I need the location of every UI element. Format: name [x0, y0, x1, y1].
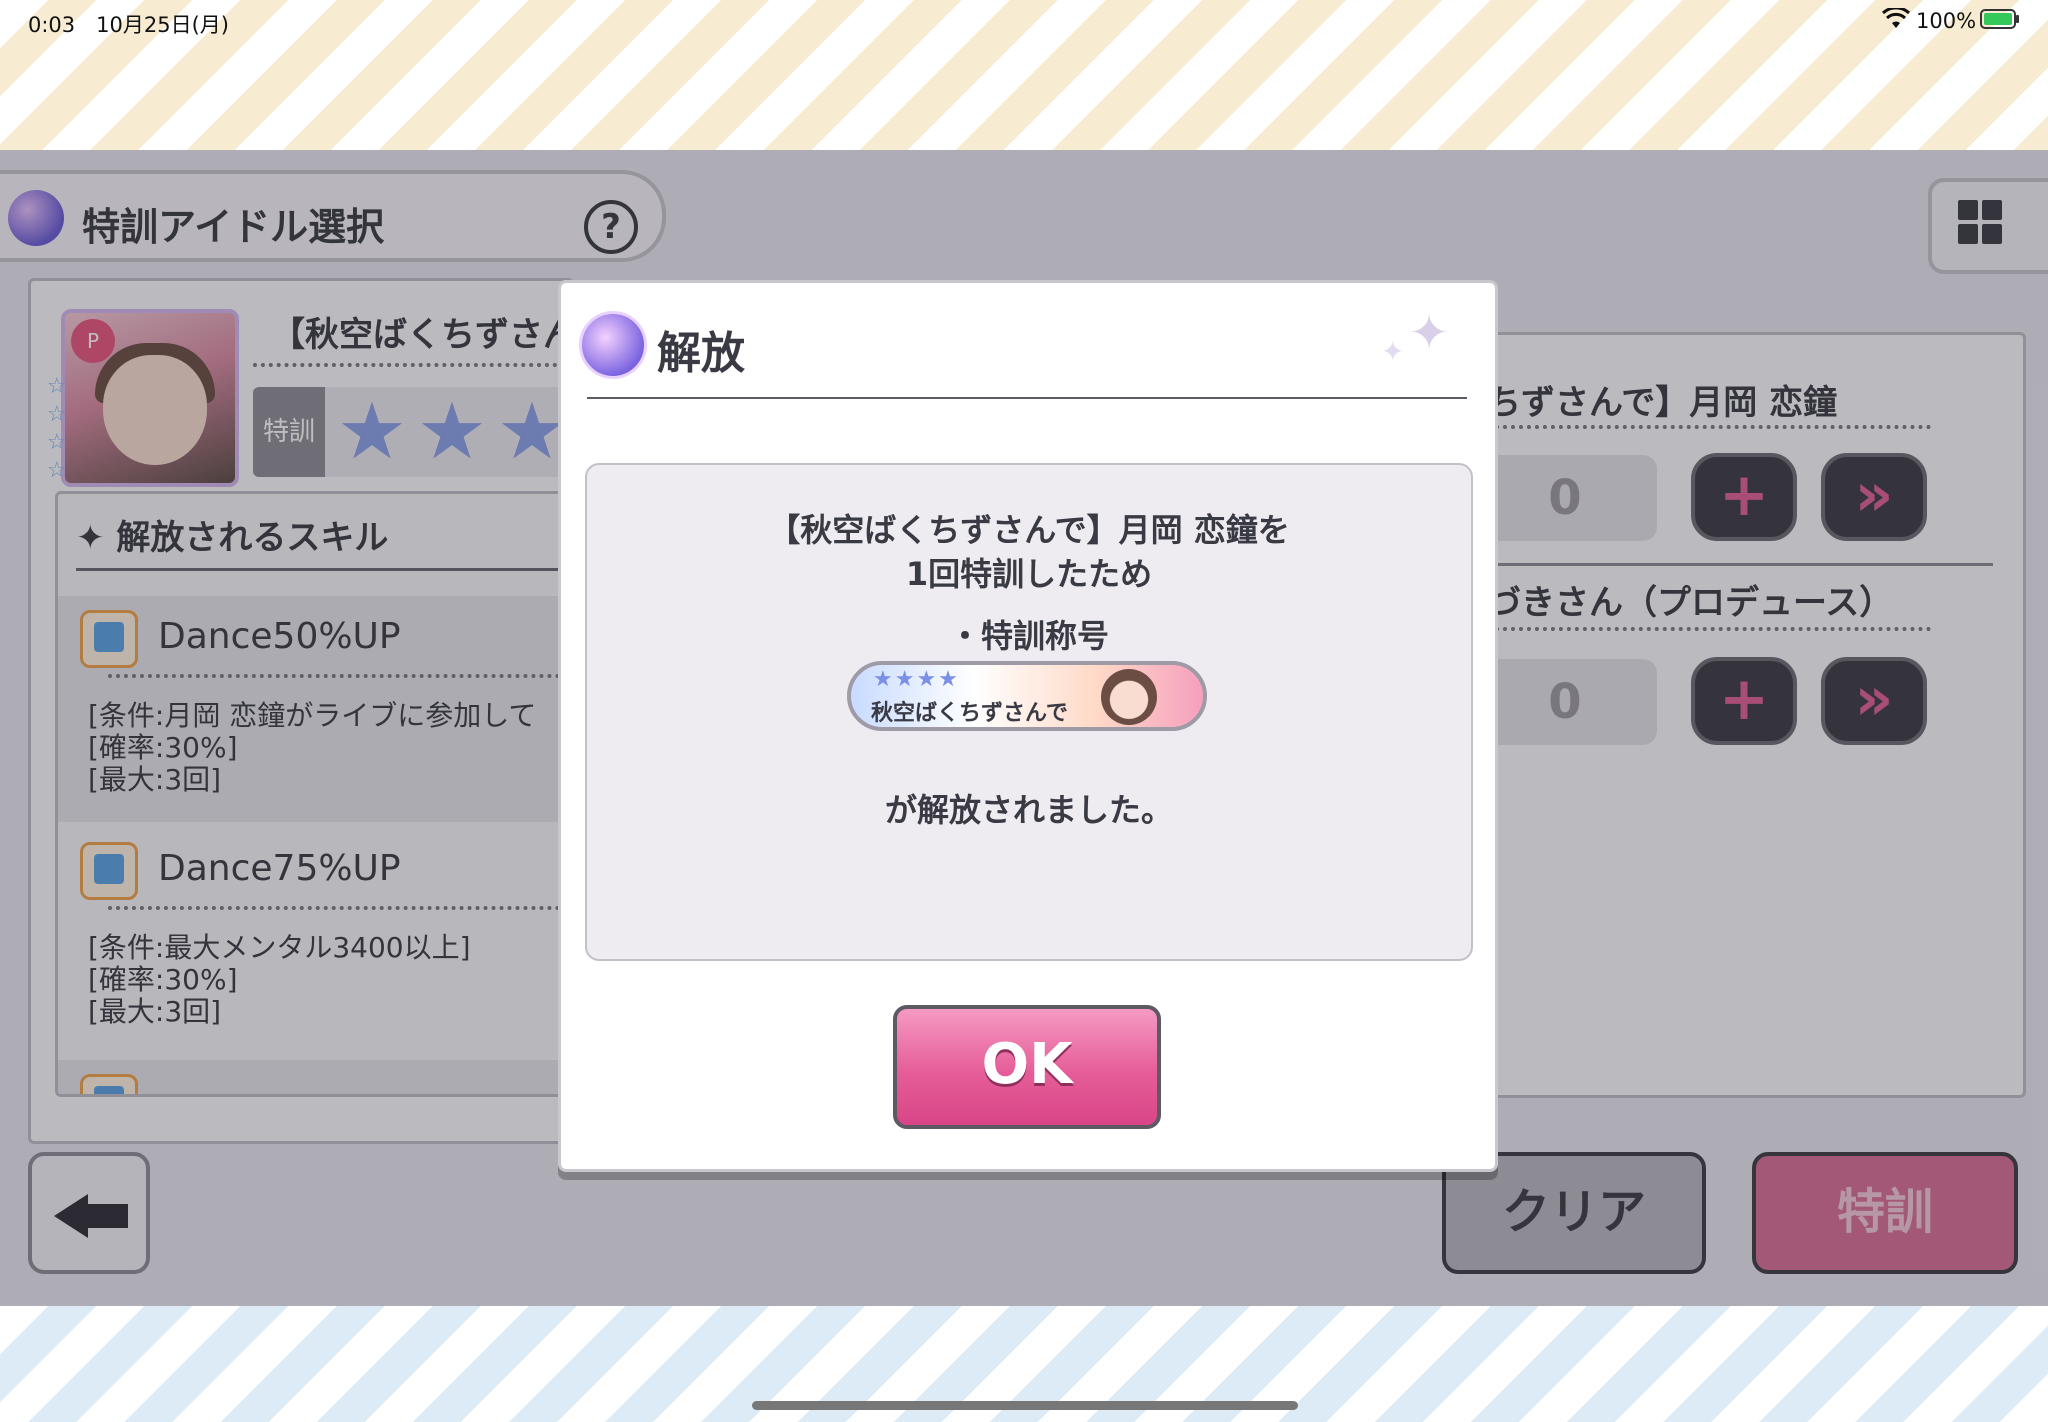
- dance-skill-icon: [80, 1074, 138, 1094]
- skills-list[interactable]: ✦ 解放されるスキル Dance50%UP [条件:月岡 恋鐘がライブに参加して…: [55, 491, 577, 1097]
- produce-badge-icon: P: [71, 319, 115, 363]
- star-icon: ☆: [47, 430, 67, 455]
- divider: [253, 363, 573, 367]
- battery-icon: [1980, 9, 2019, 29]
- idol-emblem-icon: [8, 190, 64, 246]
- divider: [108, 674, 568, 678]
- idol-detail-panel: P ☆ ☆ ☆ ☆ 【秋空ばくちずさんで】月岡 恋鐘 特訓 ★ ★ ★ ✦ 解放…: [28, 278, 791, 1144]
- train-button[interactable]: 特訓: [1752, 1152, 2018, 1274]
- divider: [1487, 425, 1931, 429]
- star-icon: ☆: [47, 402, 67, 427]
- release-dialog: 解放 ✦ ✦ 【秋空ばくちずさんで】月岡 恋鐘を 1回特訓したため ・特訓称号 …: [558, 280, 1498, 1172]
- grid-icon: [1982, 224, 2002, 244]
- sparkle-icon: ✦: [1381, 335, 1405, 368]
- idol-avatar[interactable]: P ☆ ☆ ☆ ☆: [47, 309, 239, 487]
- rank-star-icon: ★: [417, 387, 487, 477]
- skill-item[interactable]: Dance50%UP [条件:月岡 恋鐘がライブに参加して [確率:30%] […: [58, 596, 574, 822]
- dialog-title: 解放: [657, 328, 745, 379]
- increment-button[interactable]: +: [1691, 453, 1797, 541]
- home-indicator[interactable]: [752, 1401, 1298, 1410]
- idol-portrait: [1101, 669, 1157, 725]
- message-box: 【秋空ばくちずさんで】月岡 恋鐘を 1回特訓したため ・特訓称号 ★★★★ 秋空…: [585, 463, 1473, 961]
- plate-stars: ★★★★: [873, 667, 960, 692]
- status-bar: 0:03 10月25日(月) 100%: [0, 0, 2048, 42]
- divider: [587, 397, 1467, 399]
- battery-percent: 100%: [1916, 9, 1977, 33]
- sparkle-icon: ✦: [1409, 305, 1450, 361]
- release-message: が解放されました。: [884, 791, 1173, 829]
- page-title: 特訓アイドル選択: [82, 205, 385, 249]
- back-button[interactable]: [28, 1152, 150, 1274]
- skill-item[interactable]: Dance75%UP [条件:最大メンタル3400以上] [確率:30%] [最…: [58, 828, 574, 1054]
- divider: [1487, 627, 1931, 631]
- rank-star-icon: ★: [337, 387, 407, 477]
- material-name: ちずさんで】月岡 恋鐘: [1487, 383, 1838, 423]
- divider: [108, 906, 568, 910]
- skills-title: ✦ 解放されるスキル: [76, 518, 389, 558]
- dance-skill-icon: [80, 842, 138, 900]
- message-line: 1回特訓したため: [905, 555, 1153, 593]
- rank-label: 特訓: [253, 387, 325, 477]
- grid-icon: [1958, 200, 1978, 220]
- max-button[interactable]: »: [1821, 657, 1927, 745]
- material-name: づきさん（プロデュース）: [1487, 583, 1894, 623]
- plate-title: 秋空ばくちずさんで: [871, 701, 1068, 726]
- star-icon: ☆: [47, 458, 67, 483]
- grid-icon: [1982, 200, 2002, 220]
- header-bar: 特訓アイドル選択 ?: [0, 170, 666, 262]
- grid-view-button[interactable]: [1928, 178, 2048, 274]
- training-title-plate: ★★★★ 秋空ばくちずさんで: [847, 661, 1207, 731]
- grid-icon: [1958, 224, 1978, 244]
- star-icon: ☆: [47, 374, 67, 399]
- max-button[interactable]: »: [1821, 453, 1927, 541]
- training-rank: 特訓 ★ ★ ★: [253, 387, 573, 477]
- avatar-face: [103, 355, 207, 465]
- ok-button[interactable]: OK: [893, 1005, 1161, 1129]
- back-arrow-icon: [84, 1204, 128, 1228]
- skill-description: [条件:月岡 恋鐘がライブに参加して [確率:30%] [最大:3回]: [88, 699, 537, 796]
- material-count: 0: [1473, 659, 1657, 745]
- message-line: 【秋空ばくちずさんで】月岡 恋鐘を: [768, 511, 1290, 549]
- unlock-category: ・特訓称号: [948, 617, 1109, 655]
- divider: [1473, 563, 1993, 566]
- skill-name: Dance50%UP: [158, 616, 401, 657]
- skill-name: Dance75%UP: [158, 848, 401, 889]
- divider: [76, 568, 574, 571]
- material-count: 0: [1473, 455, 1657, 541]
- skill-item[interactable]: [58, 1060, 574, 1094]
- dance-skill-icon: [80, 610, 138, 668]
- wifi-icon: [1882, 8, 1910, 28]
- rank-star-icon: ★: [497, 387, 567, 477]
- back-arrow-icon: [54, 1194, 88, 1238]
- skill-description: [条件:最大メンタル3400以上] [確率:30%] [最大:3回]: [88, 931, 471, 1028]
- idol-emblem-icon: [579, 311, 647, 379]
- status-time: 0:03 10月25日(月): [28, 13, 229, 37]
- increment-button[interactable]: +: [1691, 657, 1797, 745]
- help-button[interactable]: ?: [584, 200, 638, 254]
- rarity-stars: ☆ ☆ ☆ ☆: [47, 373, 75, 485]
